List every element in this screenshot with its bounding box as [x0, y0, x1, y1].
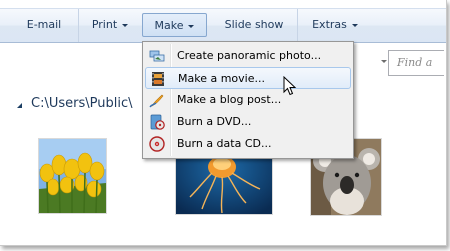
- slide-show-button[interactable]: Slide show: [212, 13, 296, 37]
- photo-gallery-window: E-mail Print Make Slide show Extras Find…: [0, 0, 447, 246]
- chevron-down-icon: [351, 23, 358, 27]
- toolbar-separator: [297, 9, 298, 42]
- make-button[interactable]: Make: [142, 13, 207, 37]
- chevron-down-icon[interactable]: [381, 60, 387, 63]
- make-dropdown-menu: Create panoramic photo... Make a movie..…: [142, 41, 354, 159]
- chevron-down-icon: [188, 24, 195, 28]
- chevron-down-icon: [122, 23, 129, 27]
- menu-item-create-panoramic-photo[interactable]: Create panoramic photo...: [145, 45, 351, 67]
- thumbnail-tulips[interactable]: [38, 138, 107, 214]
- menu-item-make-a-blog-post[interactable]: Make a blog post...: [145, 89, 351, 111]
- panorama-icon: [149, 50, 165, 62]
- collapse-triangle-icon[interactable]: [17, 103, 22, 108]
- menu-item-make-a-movie[interactable]: Make a movie...: [145, 67, 351, 89]
- email-button[interactable]: E-mail: [16, 13, 72, 37]
- search-input[interactable]: Find a: [388, 50, 444, 76]
- menu-item-burn-a-data-cd[interactable]: Burn a data CD...: [145, 133, 351, 155]
- extras-button[interactable]: Extras: [302, 13, 368, 37]
- tulips-image: [39, 139, 106, 213]
- blog-pen-icon: [149, 94, 164, 108]
- toolbar-separator: [78, 9, 79, 42]
- mouse-pointer-icon: [283, 76, 297, 96]
- command-bar: E-mail Print Make Slide show Extras: [0, 8, 446, 43]
- folder-path-heading[interactable]: C:\Users\Public\: [31, 96, 132, 111]
- dvd-burn-icon: [150, 114, 165, 130]
- film-strip-icon: [152, 72, 164, 86]
- cd-burn-icon: [149, 136, 165, 152]
- menu-item-burn-a-dvd[interactable]: Burn a DVD...: [145, 111, 351, 133]
- print-button[interactable]: Print: [82, 13, 138, 37]
